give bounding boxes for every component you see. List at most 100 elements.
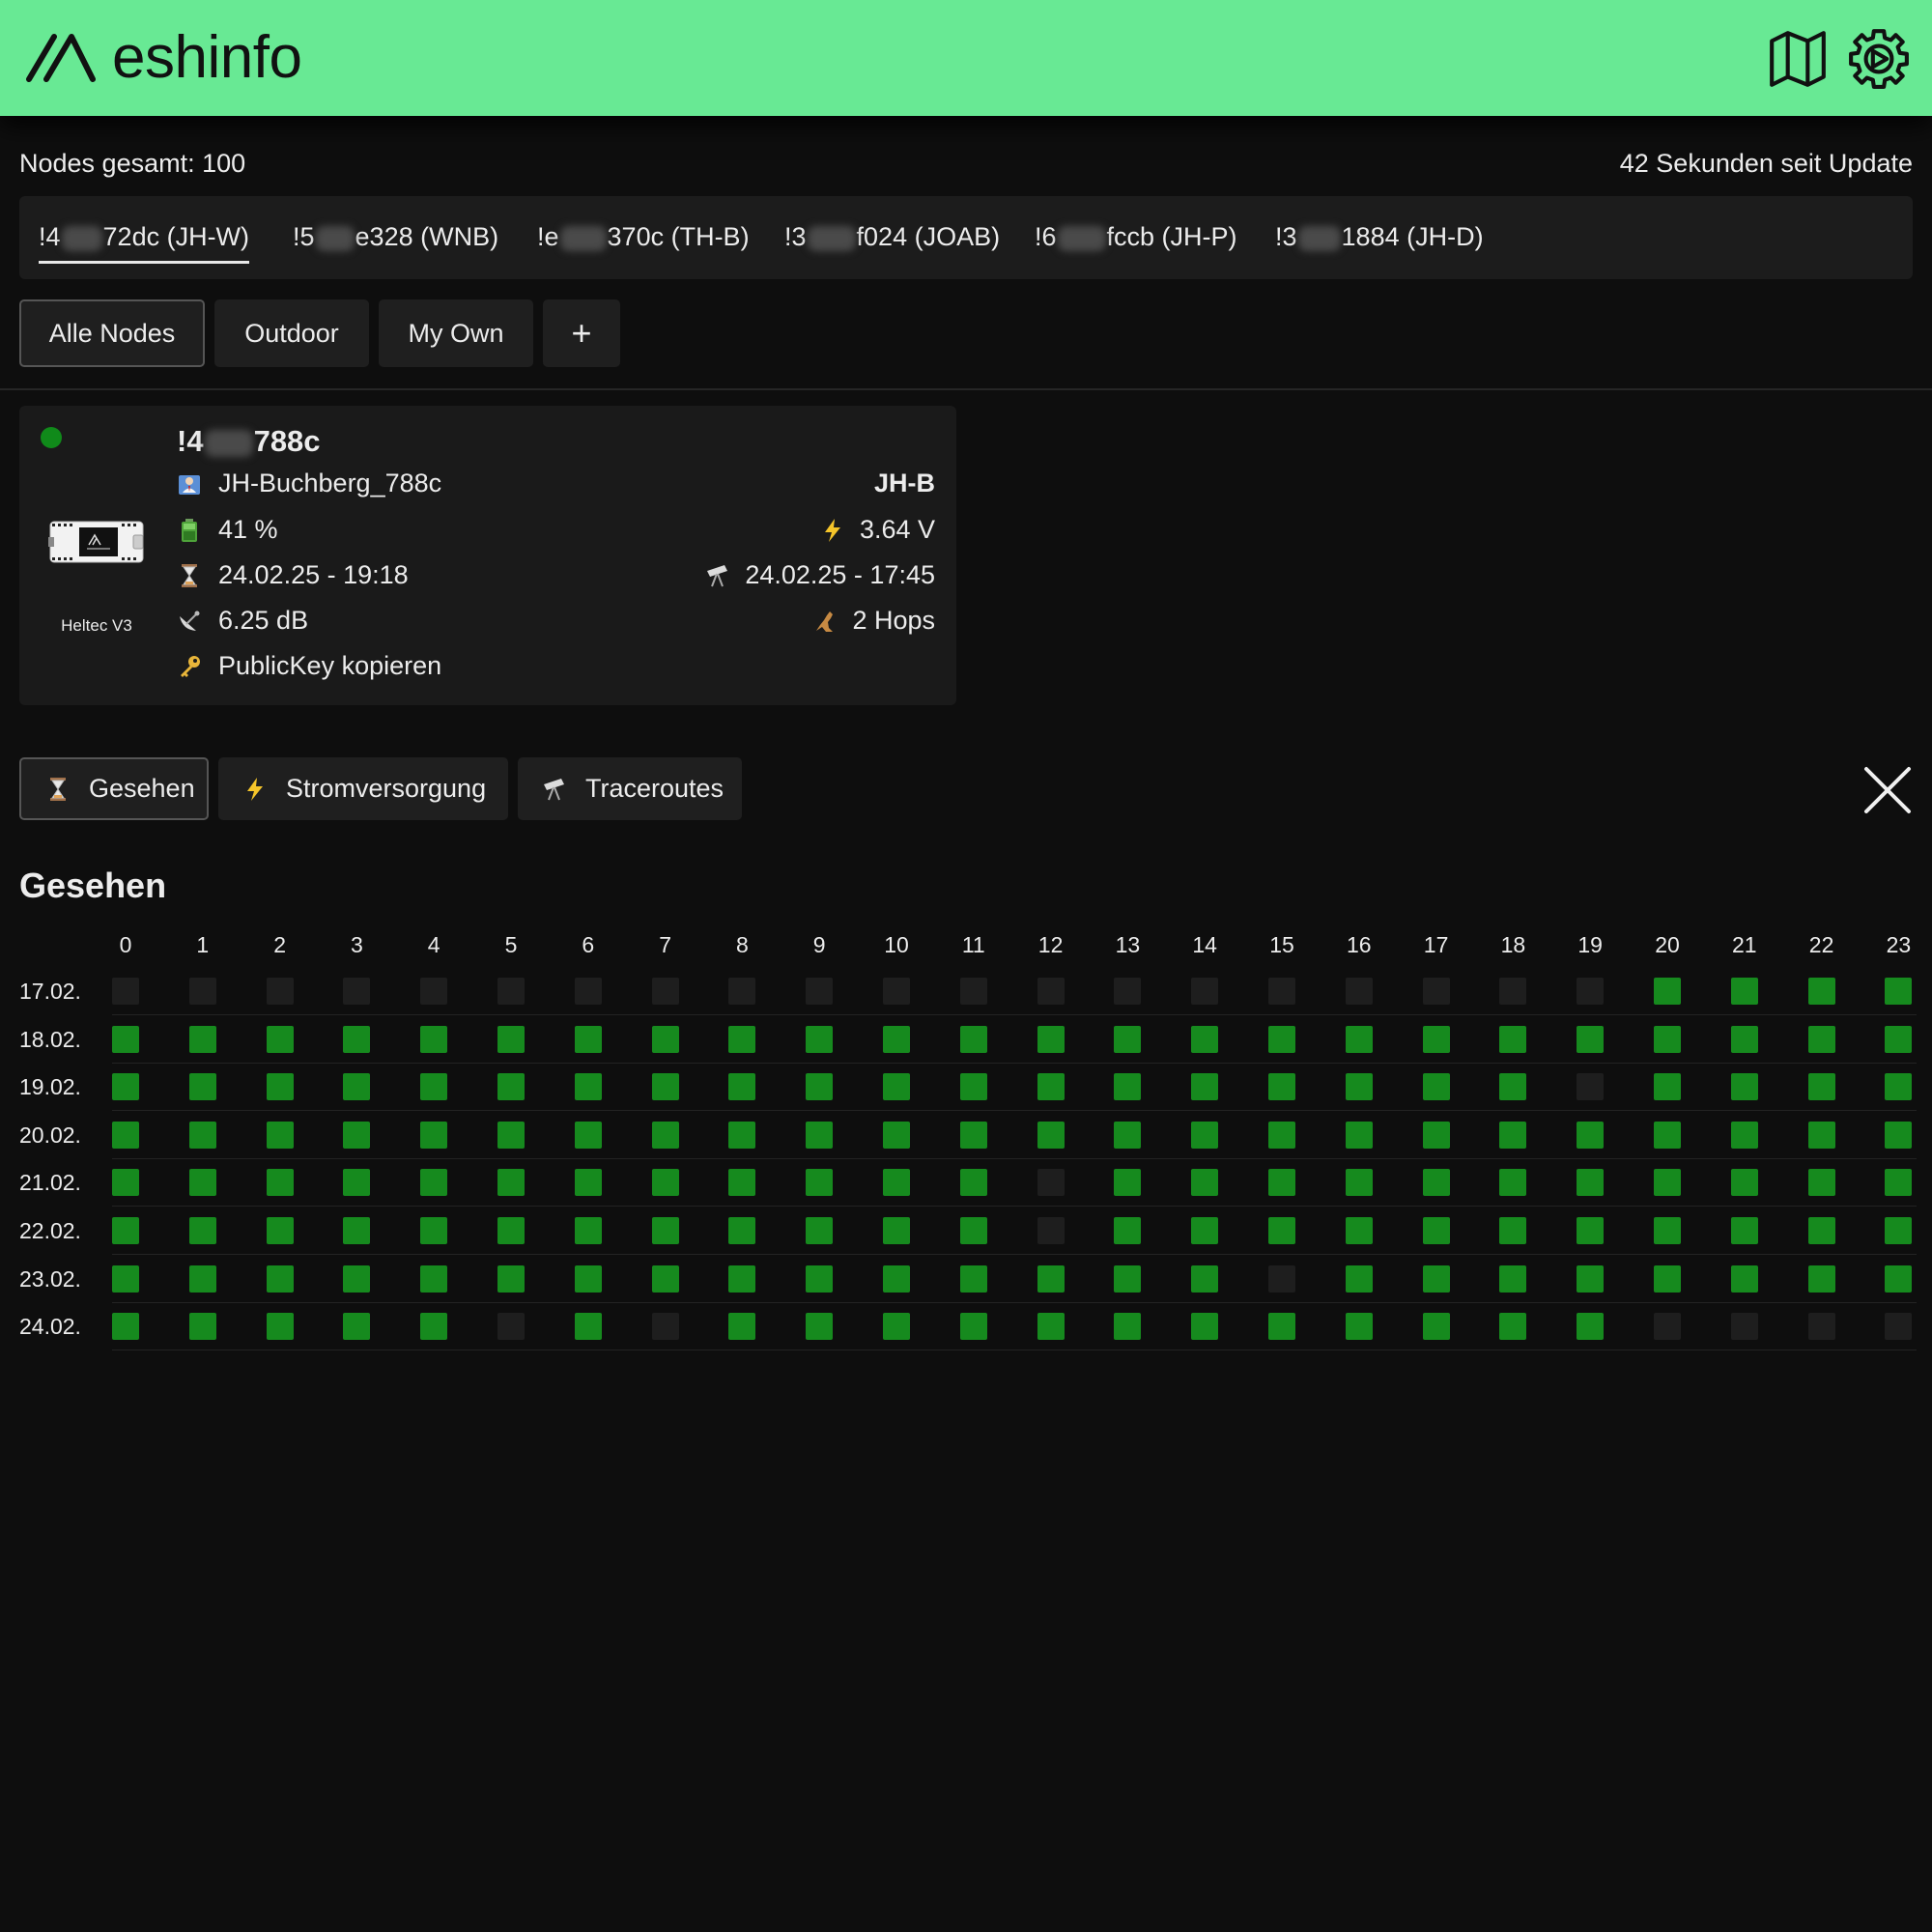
seen-cell [1191,1264,1219,1293]
seen-cell [1268,1313,1295,1341]
grid-row-separator [112,1014,1917,1015]
seen-cell [1191,1073,1219,1101]
redacted-id [204,429,253,457]
favorite-node-tab[interactable]: !e 370c (TH-B) [537,222,750,252]
seen-cell [959,1169,987,1197]
seen-cell [1114,1264,1142,1293]
favorite-node-tab[interactable]: !3 1884 (JH-D) [1275,222,1484,252]
unseen-cell [1191,978,1219,1005]
date-label: 23.02. [19,1265,81,1292]
node-card[interactable]: Heltec V3 !4 788c JH-Buchberg_788c JH-B 4… [19,406,956,705]
seen-cell [574,1264,602,1293]
seen-cell [420,1313,448,1341]
nodes-total: Nodes gesamt: 100 [19,149,246,178]
online-status-dot [41,427,62,448]
seen-cell [728,1313,756,1341]
hour-label: 5 [504,932,518,957]
seen-cell [497,1264,525,1293]
unseen-cell [1422,978,1450,1005]
node-long-name-row: JH-Buchberg_788c [174,469,441,498]
seen-cell [651,1073,679,1101]
favorite-node-tab[interactable]: !6 fccb (JH-P) [1035,222,1237,252]
grid-row-separator [112,1157,1917,1159]
seen-cell [1654,1025,1681,1053]
hour-label: 12 [1037,932,1064,957]
seen-cell [651,1169,679,1197]
hour-label: 16 [1347,932,1372,957]
unseen-cell [1807,1313,1835,1341]
seen-cell [343,1073,371,1101]
hourglass-icon [174,563,205,588]
seen-cell [112,1121,139,1149]
seen-cell [266,1264,294,1293]
seen-cell [420,1264,448,1293]
group-outdoor-button[interactable]: Outdoor [214,299,369,367]
seen-cell [266,1169,294,1197]
section-divider [0,388,1932,390]
favorite-node-tab[interactable]: !3 f024 (JOAB) [784,222,1000,252]
seen-cell [728,1025,756,1053]
tab-gesehen[interactable]: Gesehen [19,757,209,820]
unseen-cell [1268,1264,1295,1293]
date-label: 17.02. [19,979,81,1004]
seen-cell [1345,1073,1373,1101]
close-icon[interactable] [1861,763,1915,817]
unseen-cell [1730,1313,1758,1341]
seen-cell [1345,1169,1373,1197]
seen-cell [806,1025,834,1053]
node-voltage-row: 3.64 V [817,515,935,545]
seen-cell [1730,1169,1758,1197]
seen-cell [1345,1264,1373,1293]
seen-cell [188,1073,216,1101]
device-board-icon [48,521,144,563]
seen-cell [1730,1264,1758,1293]
seen-cell [959,1217,987,1244]
unseen-cell [883,978,910,1005]
hour-label: 0 [119,932,132,957]
settings-button[interactable] [1845,25,1913,93]
seen-cell [266,1313,294,1341]
key-icon [174,654,205,679]
seen-cell [1499,1025,1527,1053]
redacted-id [61,225,102,251]
seen-cell [883,1264,910,1293]
seen-cell [1191,1217,1219,1244]
seen-cell [1654,1217,1681,1244]
satellite-dish-icon [174,609,205,634]
hour-label: 15 [1269,932,1294,957]
seen-cell [806,1313,834,1341]
hour-label: 3 [350,932,363,957]
map-button[interactable] [1764,25,1832,93]
seen-cell [1422,1025,1450,1053]
seen-cell [806,1169,834,1197]
favorite-node-tab[interactable]: !5 e328 (WNB) [293,222,498,252]
seen-cell [1807,1217,1835,1244]
seen-cell [1422,1169,1450,1197]
seen-cell [1037,1121,1065,1149]
seen-cell [728,1121,756,1149]
telescope-icon [539,777,570,802]
seen-cell [1499,1313,1527,1341]
seen-cell [1191,1121,1219,1149]
seen-cell [112,1073,139,1101]
group-my-own-button[interactable]: My Own [379,299,533,367]
tab-traceroutes[interactable]: Traceroutes [518,757,742,820]
seen-cell [1730,1121,1758,1149]
favorite-node-tab[interactable]: !4 72dc (JH-W) [39,222,250,264]
copy-public-key-button[interactable]: PublicKey kopieren [174,651,441,681]
seen-cell [497,1169,525,1197]
last-update: 42 Sekunden seit Update [1619,149,1913,178]
add-group-button[interactable]: + [543,299,620,367]
grid-row-separator [112,1254,1917,1255]
seen-cell [728,1217,756,1244]
seen-cell [1807,978,1835,1005]
seen-cell [1885,1121,1913,1149]
group-all-nodes-button[interactable]: Alle Nodes [19,299,205,367]
tab-stromversorgung[interactable]: Stromversorgung [218,757,508,820]
hour-label: 6 [582,932,595,957]
seen-cell [188,1217,216,1244]
seen-cell [1577,1025,1605,1053]
app-logo[interactable]: eshinfo [25,27,302,89]
seen-cell [1577,1169,1605,1197]
seen-cell [1499,1217,1527,1244]
